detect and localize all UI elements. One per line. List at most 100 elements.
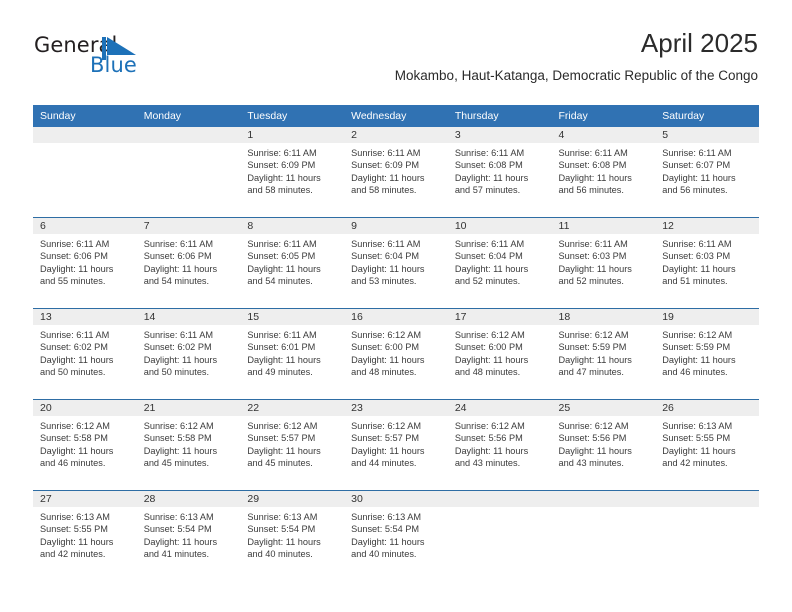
calendar-day-cell[interactable]: 17 Sunrise: 6:12 AM Sunset: 6:00 PM Dayligh…: [447, 309, 552, 399]
day-number: 6: [33, 218, 137, 234]
brand-logo[interactable]: General Blue: [34, 33, 214, 81]
day-detail-line: Sunrise: 6:11 AM: [247, 330, 317, 340]
day-details: Sunrise: 6:11 AM Sunset: 6:03 PM Daylight:…: [655, 234, 759, 288]
calendar-day-cell[interactable]: 29 Sunrise: 6:13 AM Sunset: 5:54 PM Dayligh…: [240, 491, 345, 581]
calendar-day-cell[interactable]: 8 Sunrise: 6:11 AM Sunset: 6:05 PM Daylight…: [240, 218, 345, 308]
day-detail-line: Sunrise: 6:12 AM: [40, 421, 110, 431]
day-number: 8: [240, 218, 345, 234]
day-detail-line: Sunrise: 6:12 AM: [558, 421, 629, 431]
day-details: [552, 507, 656, 511]
calendar-day-cell-empty: [551, 491, 656, 581]
calendar-day-cell[interactable]: 27 Sunrise: 6:13 AM Sunset: 5:55 PM Dayligh…: [33, 491, 137, 581]
day-details: Sunrise: 6:12 AM Sunset: 6:00 PM Daylight:…: [344, 325, 448, 379]
calendar-day-cell[interactable]: 12 Sunrise: 6:11 AM Sunset: 6:03 PM Dayligh…: [655, 218, 759, 308]
day-detail-line: and 43 minutes.: [454, 458, 521, 469]
day-detail-line: Sunset: 6:05 PM: [247, 251, 316, 262]
calendar-day-cell[interactable]: 30 Sunrise: 6:13 AM Sunset: 5:54 PM Dayligh…: [344, 491, 448, 581]
calendar-day-cell[interactable]: 15 Sunrise: 6:11 AM Sunset: 6:01 PM Dayligh…: [240, 309, 345, 399]
day-detail-line: Sunrise: 6:13 AM: [662, 421, 733, 431]
calendar-day-cell[interactable]: 21 Sunrise: 6:12 AM Sunset: 5:58 PM Dayligh…: [136, 400, 241, 490]
day-detail-line: and 54 minutes.: [247, 276, 313, 287]
day-detail-line: Daylight: 11 hours: [247, 263, 321, 274]
calendar-day-cell[interactable]: 18 Sunrise: 6:12 AM Sunset: 5:59 PM Dayligh…: [551, 309, 656, 399]
weekday-header-sunday: Sunday: [33, 105, 137, 127]
day-detail-line: Sunrise: 6:13 AM: [143, 512, 214, 522]
day-detail-line: Daylight: 11 hours: [40, 536, 114, 547]
day-detail-line: and 56 minutes.: [558, 185, 624, 196]
weekday-header-friday: Friday: [551, 105, 656, 127]
day-detail-line: and 55 minutes.: [40, 276, 106, 287]
day-detail-line: Sunrise: 6:12 AM: [662, 330, 733, 340]
day-detail-line: Daylight: 11 hours: [558, 172, 632, 183]
day-detail-line: and 51 minutes.: [662, 276, 728, 287]
day-detail-line: and 40 minutes.: [351, 549, 417, 560]
day-detail-line: Daylight: 11 hours: [662, 354, 736, 365]
day-number: 21: [136, 400, 241, 416]
day-detail-line: Sunset: 5:55 PM: [40, 524, 108, 535]
calendar-day-cell[interactable]: 28 Sunrise: 6:13 AM Sunset: 5:54 PM Dayligh…: [136, 491, 241, 581]
weekday-header-tuesday: Tuesday: [240, 105, 345, 127]
day-details: Sunrise: 6:12 AM Sunset: 5:56 PM Daylight:…: [448, 416, 552, 470]
calendar-day-cell[interactable]: 20 Sunrise: 6:12 AM Sunset: 5:58 PM Dayligh…: [33, 400, 137, 490]
day-detail-line: Sunrise: 6:12 AM: [351, 421, 422, 431]
calendar-day-cell[interactable]: 3 Sunrise: 6:11 AM Sunset: 6:08 PM Daylight…: [447, 127, 552, 217]
calendar-day-cell[interactable]: 25 Sunrise: 6:12 AM Sunset: 5:56 PM Dayligh…: [551, 400, 656, 490]
day-details: Sunrise: 6:13 AM Sunset: 5:55 PM Daylight:…: [655, 416, 759, 470]
day-details: Sunrise: 6:11 AM Sunset: 6:01 PM Daylight:…: [240, 325, 344, 379]
day-number: [447, 491, 552, 507]
calendar-day-cell[interactable]: 26 Sunrise: 6:13 AM Sunset: 5:55 PM Dayligh…: [655, 400, 759, 490]
day-detail-line: Sunrise: 6:11 AM: [143, 239, 213, 249]
day-number: 10: [447, 218, 552, 234]
day-detail-line: Daylight: 11 hours: [247, 354, 321, 365]
day-details: Sunrise: 6:12 AM Sunset: 5:58 PM Daylight:…: [33, 416, 137, 470]
page-header: General Blue April 2025 Mokambo, Haut-Ka…: [0, 0, 792, 100]
day-detail-line: and 44 minutes.: [351, 458, 417, 469]
weekday-header-monday: Monday: [136, 105, 241, 127]
calendar-day-cell[interactable]: 6 Sunrise: 6:11 AM Sunset: 6:06 PM Daylight…: [33, 218, 137, 308]
calendar-day-cell[interactable]: 24 Sunrise: 6:12 AM Sunset: 5:56 PM Dayligh…: [447, 400, 552, 490]
calendar-day-cell[interactable]: 22 Sunrise: 6:12 AM Sunset: 5:57 PM Dayligh…: [240, 400, 345, 490]
day-detail-line: and 46 minutes.: [662, 367, 728, 378]
calendar-day-cell[interactable]: 1 Sunrise: 6:11 AM Sunset: 6:09 PM Daylight…: [240, 127, 345, 217]
day-detail-line: Daylight: 11 hours: [454, 354, 529, 365]
calendar-day-cell[interactable]: 4 Sunrise: 6:11 AM Sunset: 6:08 PM Daylight…: [551, 127, 656, 217]
day-detail-line: and 49 minutes.: [247, 367, 313, 378]
calendar-day-cell[interactable]: 13 Sunrise: 6:11 AM Sunset: 6:02 PM Dayligh…: [33, 309, 137, 399]
calendar-day-cell[interactable]: 23 Sunrise: 6:12 AM Sunset: 5:57 PM Dayligh…: [344, 400, 448, 490]
day-details: Sunrise: 6:13 AM Sunset: 5:55 PM Daylight:…: [33, 507, 137, 561]
calendar-day-cell[interactable]: 5 Sunrise: 6:11 AM Sunset: 6:07 PM Daylight…: [655, 127, 759, 217]
day-detail-line: and 58 minutes.: [247, 185, 313, 196]
day-detail-line: Sunset: 5:56 PM: [558, 433, 627, 444]
calendar-day-cell-empty: [136, 127, 241, 217]
day-detail-line: Daylight: 11 hours: [40, 263, 114, 274]
calendar-day-cell[interactable]: 7 Sunrise: 6:11 AM Sunset: 6:06 PM Daylight…: [136, 218, 241, 308]
day-detail-line: and 50 minutes.: [143, 367, 210, 378]
day-number: 25: [551, 400, 656, 416]
day-detail-line: Daylight: 11 hours: [40, 445, 114, 456]
day-detail-line: Sunset: 5:54 PM: [351, 524, 420, 535]
calendar-day-cell[interactable]: 9 Sunrise: 6:11 AM Sunset: 6:04 PM Daylight…: [344, 218, 448, 308]
day-details: [137, 143, 241, 147]
day-detail-line: and 40 minutes.: [247, 549, 313, 560]
day-detail-line: Sunset: 5:59 PM: [662, 342, 731, 353]
calendar-day-cell[interactable]: 19 Sunrise: 6:12 AM Sunset: 5:59 PM Dayligh…: [655, 309, 759, 399]
calendar-day-cell[interactable]: 10 Sunrise: 6:11 AM Sunset: 6:04 PM Dayligh…: [447, 218, 552, 308]
day-number: 29: [240, 491, 345, 507]
day-details: Sunrise: 6:11 AM Sunset: 6:02 PM Daylight:…: [33, 325, 137, 379]
day-detail-line: Daylight: 11 hours: [454, 263, 529, 274]
calendar-day-cell[interactable]: 2 Sunrise: 6:11 AM Sunset: 6:09 PM Daylight…: [344, 127, 448, 217]
calendar-day-cell[interactable]: 16 Sunrise: 6:12 AM Sunset: 6:00 PM Dayligh…: [344, 309, 448, 399]
day-detail-line: Daylight: 11 hours: [662, 263, 736, 274]
day-number: [551, 491, 656, 507]
calendar-day-cell[interactable]: 14 Sunrise: 6:11 AM Sunset: 6:02 PM Dayligh…: [136, 309, 241, 399]
day-detail-line: and 54 minutes.: [143, 276, 210, 287]
day-detail-line: Sunset: 6:07 PM: [662, 160, 731, 171]
day-details: Sunrise: 6:11 AM Sunset: 6:05 PM Daylight:…: [240, 234, 344, 288]
day-detail-line: and 45 minutes.: [247, 458, 313, 469]
title-block: April 2025 Mokambo, Haut-Katanga, Democr…: [395, 28, 758, 84]
calendar-day-cell[interactable]: 11 Sunrise: 6:11 AM Sunset: 6:03 PM Dayligh…: [551, 218, 656, 308]
day-detail-line: Daylight: 11 hours: [143, 354, 218, 365]
day-detail-line: Daylight: 11 hours: [558, 263, 632, 274]
day-number: 20: [33, 400, 137, 416]
day-detail-line: Sunset: 6:04 PM: [351, 251, 420, 262]
